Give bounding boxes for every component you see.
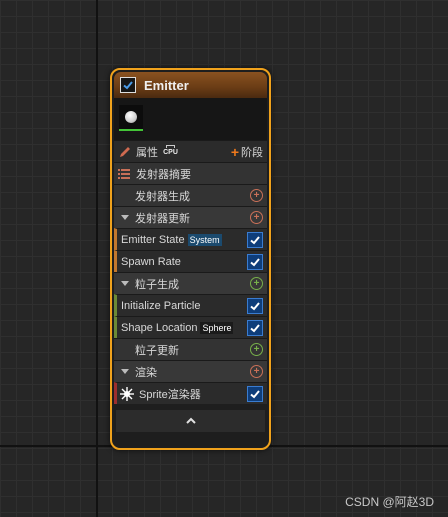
particle-preview-icon <box>125 111 137 123</box>
collapse-triangle-icon[interactable] <box>121 369 129 374</box>
module-label: Shape Location <box>121 321 198 334</box>
module-shape-location[interactable]: Shape Location Sphere <box>114 316 267 338</box>
emitter-spawn-row[interactable]: 发射器生成 + <box>114 184 267 206</box>
emitter-header[interactable]: Emitter <box>114 72 267 98</box>
emitter-update-label: 发射器更新 <box>135 212 190 225</box>
add-renderer-plus-icon[interactable]: + <box>250 365 263 378</box>
render-section[interactable]: 渲染 + <box>114 360 267 382</box>
emitter-spawn-label: 发射器生成 <box>135 190 190 203</box>
module-label: Sprite渲染器 <box>139 388 201 401</box>
properties-label: 属性 <box>136 146 158 159</box>
pencil-icon <box>120 146 130 157</box>
render-label: 渲染 <box>135 366 157 379</box>
watermark-text: CSDN @阿赵3D <box>345 495 434 509</box>
sphere-tag: Sphere <box>200 321 234 334</box>
particle-update-row[interactable]: 粒子更新 + <box>114 338 267 360</box>
list-icon <box>118 168 130 179</box>
emitter-enabled-checkbox[interactable] <box>120 77 136 93</box>
check-icon <box>250 390 260 399</box>
emitter-summary-label: 发射器摘要 <box>136 168 191 181</box>
module-emitter-state[interactable]: Emitter State System <box>114 228 267 250</box>
stage-label: 阶段 <box>241 146 263 159</box>
system-tag: System <box>187 233 222 246</box>
plus-icon: + <box>230 143 239 160</box>
check-icon <box>123 81 133 90</box>
add-module-plus-icon[interactable]: + <box>250 211 263 224</box>
properties-row[interactable]: 属性 CPU + 阶段 <box>114 140 267 162</box>
emitter-title: Emitter <box>144 77 189 93</box>
particle-spawn-label: 粒子生成 <box>135 278 179 291</box>
add-module-plus-icon[interactable]: + <box>250 277 263 290</box>
module-label: Initialize Particle <box>121 299 201 312</box>
cpu-icon: CPU <box>162 144 179 159</box>
module-initialize-particle[interactable]: Initialize Particle <box>114 294 267 316</box>
emitter-thumbnail-area <box>114 98 267 140</box>
emitter-thumbnail[interactable] <box>119 105 143 131</box>
module-spawn-rate[interactable]: Spawn Rate <box>114 250 267 272</box>
chevron-up-icon <box>185 417 196 424</box>
sprite-burst-icon <box>120 386 134 401</box>
add-module-plus-icon[interactable]: + <box>250 343 263 356</box>
check-icon <box>250 324 260 333</box>
module-enabled-checkbox[interactable] <box>247 298 263 314</box>
check-icon <box>250 302 260 311</box>
check-icon <box>250 258 260 267</box>
add-stage-button[interactable]: + 阶段 <box>231 144 263 160</box>
add-module-plus-icon[interactable]: + <box>250 189 263 202</box>
module-label: Emitter State <box>121 233 185 246</box>
module-enabled-checkbox[interactable] <box>247 232 263 248</box>
module-enabled-checkbox[interactable] <box>247 320 263 336</box>
collapse-triangle-icon[interactable] <box>121 215 129 220</box>
collapse-triangle-icon[interactable] <box>121 281 129 286</box>
check-icon <box>250 236 260 245</box>
particle-update-label: 粒子更新 <box>135 344 179 357</box>
emitter-update-section[interactable]: 发射器更新 + <box>114 206 267 228</box>
module-label: Spawn Rate <box>121 255 181 268</box>
graph-axis-vertical <box>96 0 98 517</box>
particle-spawn-section[interactable]: 粒子生成 + <box>114 272 267 294</box>
emitter-node[interactable]: Emitter 属性 CPU + 阶段 发射器摘要 发射器生成 + 发射器更新 … <box>110 68 271 450</box>
emitter-summary-row[interactable]: 发射器摘要 <box>114 162 267 184</box>
module-enabled-checkbox[interactable] <box>247 386 263 402</box>
module-sprite-renderer[interactable]: Sprite渲染器 <box>114 382 267 404</box>
module-enabled-checkbox[interactable] <box>247 254 263 270</box>
collapse-button[interactable] <box>116 410 265 432</box>
cpu-badge: CPU <box>163 148 178 156</box>
